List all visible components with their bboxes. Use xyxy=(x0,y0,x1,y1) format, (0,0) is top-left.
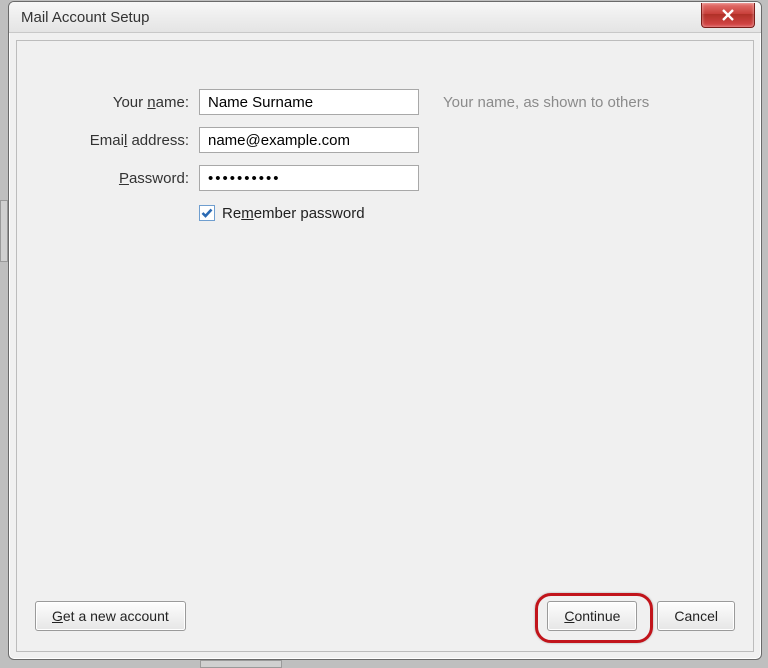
continue-button[interactable]: Continue xyxy=(547,601,637,631)
close-button[interactable] xyxy=(701,3,755,28)
row-name: Your name: Your name, as shown to others xyxy=(37,83,733,121)
button-bar: Get a new account Continue Cancel xyxy=(35,601,735,631)
mail-account-setup-window: Mail Account Setup Your name: Your name,… xyxy=(8,1,762,660)
label-name: Your name: xyxy=(37,94,199,111)
row-password: Password: xyxy=(37,159,733,197)
name-input[interactable] xyxy=(199,89,419,115)
row-email: Email address: xyxy=(37,121,733,159)
titlebar: Mail Account Setup xyxy=(9,2,761,33)
label-password: Password: xyxy=(37,170,199,187)
check-icon xyxy=(201,207,213,219)
close-icon xyxy=(721,8,735,22)
dialog-body: Your name: Your name, as shown to others… xyxy=(16,40,754,652)
remember-checkbox[interactable] xyxy=(199,205,215,221)
right-button-group: Continue Cancel xyxy=(547,601,735,631)
email-input[interactable] xyxy=(199,127,419,153)
name-hint: Your name, as shown to others xyxy=(443,94,649,111)
window-title: Mail Account Setup xyxy=(21,9,149,26)
row-remember: Remember password xyxy=(199,197,733,229)
get-new-account-button[interactable]: Get a new account xyxy=(35,601,186,631)
password-input[interactable] xyxy=(199,165,419,191)
remember-label: Remember password xyxy=(222,205,365,222)
label-email: Email address: xyxy=(37,132,199,149)
account-form: Your name: Your name, as shown to others… xyxy=(37,83,733,229)
cancel-button[interactable]: Cancel xyxy=(657,601,735,631)
